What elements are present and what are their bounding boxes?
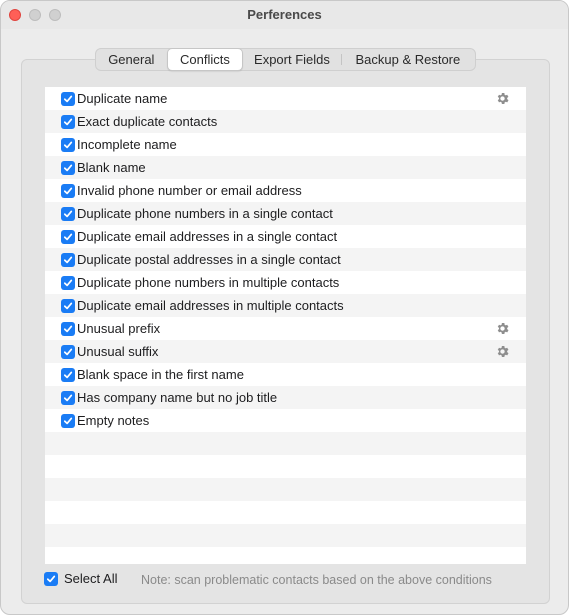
tab-export-fields[interactable]: Export Fields [243, 49, 340, 70]
empty-row [45, 524, 526, 547]
checkmark-icon[interactable] [61, 413, 75, 428]
gear-icon[interactable] [495, 321, 510, 336]
conflict-label: Empty notes [77, 413, 150, 428]
checkmark-icon[interactable] [61, 275, 75, 290]
empty-row [45, 432, 526, 455]
empty-row [45, 547, 526, 564]
empty-row [45, 455, 526, 478]
conflict-label: Invalid phone number or email address [77, 183, 302, 198]
conflict-label: Blank name [77, 160, 146, 175]
checkmark-icon[interactable] [61, 390, 75, 405]
checkmark-icon[interactable] [61, 206, 75, 221]
checkmark-icon[interactable] [61, 252, 75, 267]
scan-note: Note: scan problematic contacts based on… [141, 573, 492, 587]
tab-conflicts[interactable]: Conflicts [166, 48, 244, 71]
checkmark-icon[interactable] [61, 298, 75, 313]
conflict-row[interactable]: Exact duplicate contacts [45, 110, 526, 133]
conflict-label: Unusual prefix [77, 321, 161, 336]
conflict-label: Duplicate name [77, 91, 168, 106]
gear-icon[interactable] [495, 91, 510, 106]
conflict-label: Incomplete name [77, 137, 177, 152]
conflict-label: Unusual suffix [77, 344, 159, 359]
tab-bar: General Conflicts Export Fields Backup &… [95, 48, 476, 71]
window-title: Perferences [247, 7, 322, 22]
conflict-row[interactable]: Invalid phone number or email address [45, 179, 526, 202]
checkmark-icon[interactable] [61, 114, 75, 129]
conflict-label: Duplicate phone numbers in a single cont… [77, 206, 333, 221]
checkmark-icon[interactable] [61, 229, 75, 244]
checkmark-icon[interactable] [61, 321, 75, 336]
conflict-label: Exact duplicate contacts [77, 114, 218, 129]
empty-row [45, 478, 526, 501]
conflict-row[interactable]: Duplicate name [45, 87, 526, 110]
checkmark-icon[interactable] [61, 137, 75, 152]
checkmark-icon[interactable] [61, 160, 75, 175]
empty-row [45, 501, 526, 524]
conflict-row[interactable]: Duplicate postal addresses in a single c… [45, 248, 526, 271]
conflict-label: Duplicate phone numbers in multiple cont… [77, 275, 340, 290]
conflict-label: Blank space in the first name [77, 367, 244, 382]
checkmark-icon[interactable] [61, 183, 75, 198]
conflict-label: Duplicate email addresses in multiple co… [77, 298, 344, 313]
conflict-row[interactable]: Unusual prefix [45, 317, 526, 340]
tab-backup-restore[interactable]: Backup & Restore [340, 49, 475, 70]
conflict-row[interactable]: Duplicate phone numbers in multiple cont… [45, 271, 526, 294]
conflict-label: Duplicate postal addresses in a single c… [77, 252, 341, 267]
gear-icon[interactable] [495, 344, 510, 359]
conflict-row[interactable]: Unusual suffix [45, 340, 526, 363]
conflict-row[interactable]: Has company name but no job title [45, 386, 526, 409]
conflict-label: Duplicate email addresses in a single co… [77, 229, 338, 244]
conflict-row[interactable]: Empty notes [45, 409, 526, 432]
preferences-window: Perferences General Conflicts Export Fie… [0, 0, 569, 615]
conflict-row[interactable]: Duplicate email addresses in multiple co… [45, 294, 526, 317]
tab-general[interactable]: General [96, 49, 167, 70]
conflict-row[interactable]: Incomplete name [45, 133, 526, 156]
conflict-row[interactable]: Duplicate phone numbers in a single cont… [45, 202, 526, 225]
conflict-label: Has company name but no job title [77, 390, 278, 405]
checkmark-icon[interactable] [61, 367, 75, 382]
conflict-row[interactable]: Blank space in the first name [45, 363, 526, 386]
select-all-checkbox[interactable]: Select All [44, 571, 117, 586]
conflict-row[interactable]: Blank name [45, 156, 526, 179]
conflict-list: Duplicate name Exact duplicate contacts In… [45, 87, 526, 564]
conflict-row[interactable]: Duplicate email addresses in a single co… [45, 225, 526, 248]
checkmark-icon[interactable] [61, 344, 75, 359]
title-bar: Perferences [1, 1, 568, 29]
checkmark-icon[interactable] [44, 571, 58, 586]
checkmark-icon[interactable] [61, 91, 75, 106]
select-all-label: Select All [64, 571, 118, 586]
